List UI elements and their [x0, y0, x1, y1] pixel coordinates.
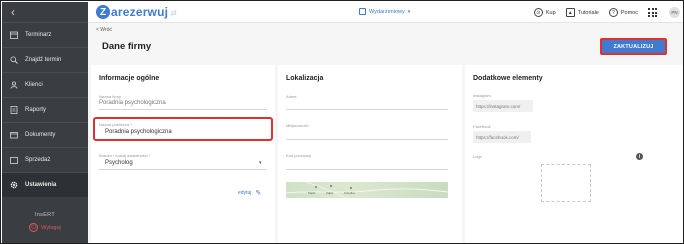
industry-label: Branża / rodzaj działalności *	[99, 153, 151, 158]
general-info-panel: Informacje ogólne Nazwa firmy Poradnia p…	[91, 65, 275, 243]
sidebar-item-label: Terminarz	[25, 32, 52, 38]
sidebar-item-sprzedaz[interactable]: Sprzedaż	[2, 147, 88, 172]
logo-word: arezerwuj	[111, 5, 169, 19]
facebook-input[interactable]: https://facebook.com/	[473, 131, 531, 143]
buy-label: Kup	[545, 9, 556, 16]
public-name-field[interactable]: Poradnia psychologiczna	[105, 129, 172, 135]
sidebar-item-label: Znajdź termin	[25, 57, 62, 63]
sidebar-collapse-icon[interactable]: ‹	[2, 2, 88, 22]
users-icon	[9, 81, 18, 90]
sidebar-item-label: Klienci	[25, 82, 43, 88]
sidebar-item-label: Dokumenty	[25, 132, 56, 138]
buy-button[interactable]: ⊙ Kup	[533, 8, 556, 17]
panel-title: Lokalizacja	[286, 75, 324, 82]
info-icon[interactable]: i	[636, 153, 643, 160]
address-input[interactable]	[286, 109, 448, 110]
help-icon: ?	[608, 8, 618, 17]
instagram-input[interactable]: https://instagram.com/	[473, 100, 533, 112]
map-label: Kobyłka	[344, 191, 355, 195]
logo-upload-area[interactable]	[541, 164, 591, 202]
location-map[interactable]: Marki Ząbki Kobyłka	[286, 182, 448, 198]
industry-select[interactable]: Psycholog	[105, 160, 133, 166]
facebook-label: Facebook	[473, 124, 491, 129]
public-name-label: Nazwa publiczna *	[99, 122, 132, 127]
cart-icon: ⊙	[533, 8, 543, 17]
logout-button[interactable]: ⏻ Wyloguj	[2, 223, 88, 232]
postal-code-label: Kod pocztowy	[286, 153, 311, 158]
field-underline	[99, 109, 267, 110]
cart-icon	[9, 156, 18, 165]
edit-link-label: edytuj	[238, 190, 252, 196]
main-content: < Wróć Dane firmy ZAKTUALIZUJ Informacje…	[88, 23, 683, 243]
app-window: ‹ Terminarz Znajdź termin Klienci Raport…	[0, 0, 684, 244]
calendar-icon	[9, 31, 18, 40]
sidebar-item-raporty[interactable]: Raporty	[2, 97, 88, 122]
search-icon	[9, 56, 18, 65]
sidebar-item-klienci[interactable]: Klienci	[2, 72, 88, 97]
sidebar-item-dokumenty[interactable]: Dokumenty	[2, 122, 88, 147]
postal-code-input[interactable]	[286, 169, 448, 170]
top-bar: Z arezerwuj .pl Wydarzeniowy ▾ ⊙ Kup ▲ T…	[88, 2, 683, 23]
apps-grid-icon[interactable]	[648, 8, 657, 17]
company-name-label: Nazwa firmy	[99, 94, 122, 99]
extras-panel: Dodatkowe elementy Instagram https://ins…	[465, 65, 683, 243]
update-button[interactable]: ZAKTUALIZUJ	[600, 38, 667, 55]
chevron-down-icon[interactable]: ▾	[259, 160, 262, 166]
brand-label: InsERT	[34, 212, 56, 218]
location-panel: Lokalizacja Adres Miejscowość Kod poczto…	[278, 65, 462, 243]
sidebar-item-label: Raporty	[25, 107, 47, 113]
instagram-label: Instagram	[473, 93, 491, 98]
logo-tld: .pl	[169, 10, 177, 17]
calendar-icon	[359, 8, 366, 15]
power-icon: ⏻	[29, 223, 39, 232]
sidebar: ‹ Terminarz Znajdź termin Klienci Raport…	[2, 2, 88, 243]
calendar-selector-label: Wydarzeniowy	[369, 8, 405, 15]
panel-title: Informacje ogólne	[99, 75, 160, 82]
documents-icon	[9, 131, 18, 140]
sidebar-item-znajdz-termin[interactable]: Znajdź termin	[2, 47, 88, 72]
page-title: Dane firmy	[102, 41, 152, 52]
field-underline	[99, 169, 267, 170]
city-input[interactable]	[286, 139, 448, 140]
help-label: Pomoc	[620, 9, 638, 16]
sidebar-item-ustawienia[interactable]: Ustawienia	[2, 172, 88, 197]
top-bar-actions: ⊙ Kup ▲ Tutoriale ? Pomoc PN	[533, 2, 683, 23]
sidebar-item-terminarz[interactable]: Terminarz	[2, 22, 88, 47]
company-name-field: Poradnia psychologiczna	[99, 100, 166, 106]
chevron-down-icon: ▾	[407, 8, 411, 15]
app-logo[interactable]: Z arezerwuj .pl	[96, 5, 177, 19]
city-label: Miejscowość	[286, 123, 309, 128]
gear-icon	[9, 181, 18, 190]
address-label: Adres	[286, 94, 297, 99]
back-link[interactable]: < Wróć	[96, 27, 112, 33]
help-button[interactable]: ? Pomoc	[608, 8, 638, 17]
panel-title: Dodatkowe elementy	[473, 75, 543, 82]
map-label: Marki	[308, 191, 316, 195]
sidebar-item-label: Ustawienia	[25, 182, 57, 188]
logo-mark: Z	[96, 5, 110, 19]
avatar[interactable]: PN	[669, 7, 680, 18]
logout-label: Wyloguj	[41, 224, 61, 231]
tutorials-label: Tutoriale	[577, 9, 599, 16]
reports-icon	[9, 106, 18, 115]
graduation-cap-icon: ▲	[565, 8, 575, 17]
calendar-selector[interactable]: Wydarzeniowy ▾	[359, 8, 410, 15]
sidebar-item-label: Sprzedaż	[25, 157, 51, 163]
pencil-icon: ✎	[255, 190, 262, 197]
edit-link[interactable]: edytuj ✎	[238, 189, 261, 197]
tutorials-button[interactable]: ▲ Tutoriale	[565, 8, 599, 17]
map-label: Ząbki	[326, 191, 334, 195]
logo-label: Logo	[473, 154, 482, 159]
